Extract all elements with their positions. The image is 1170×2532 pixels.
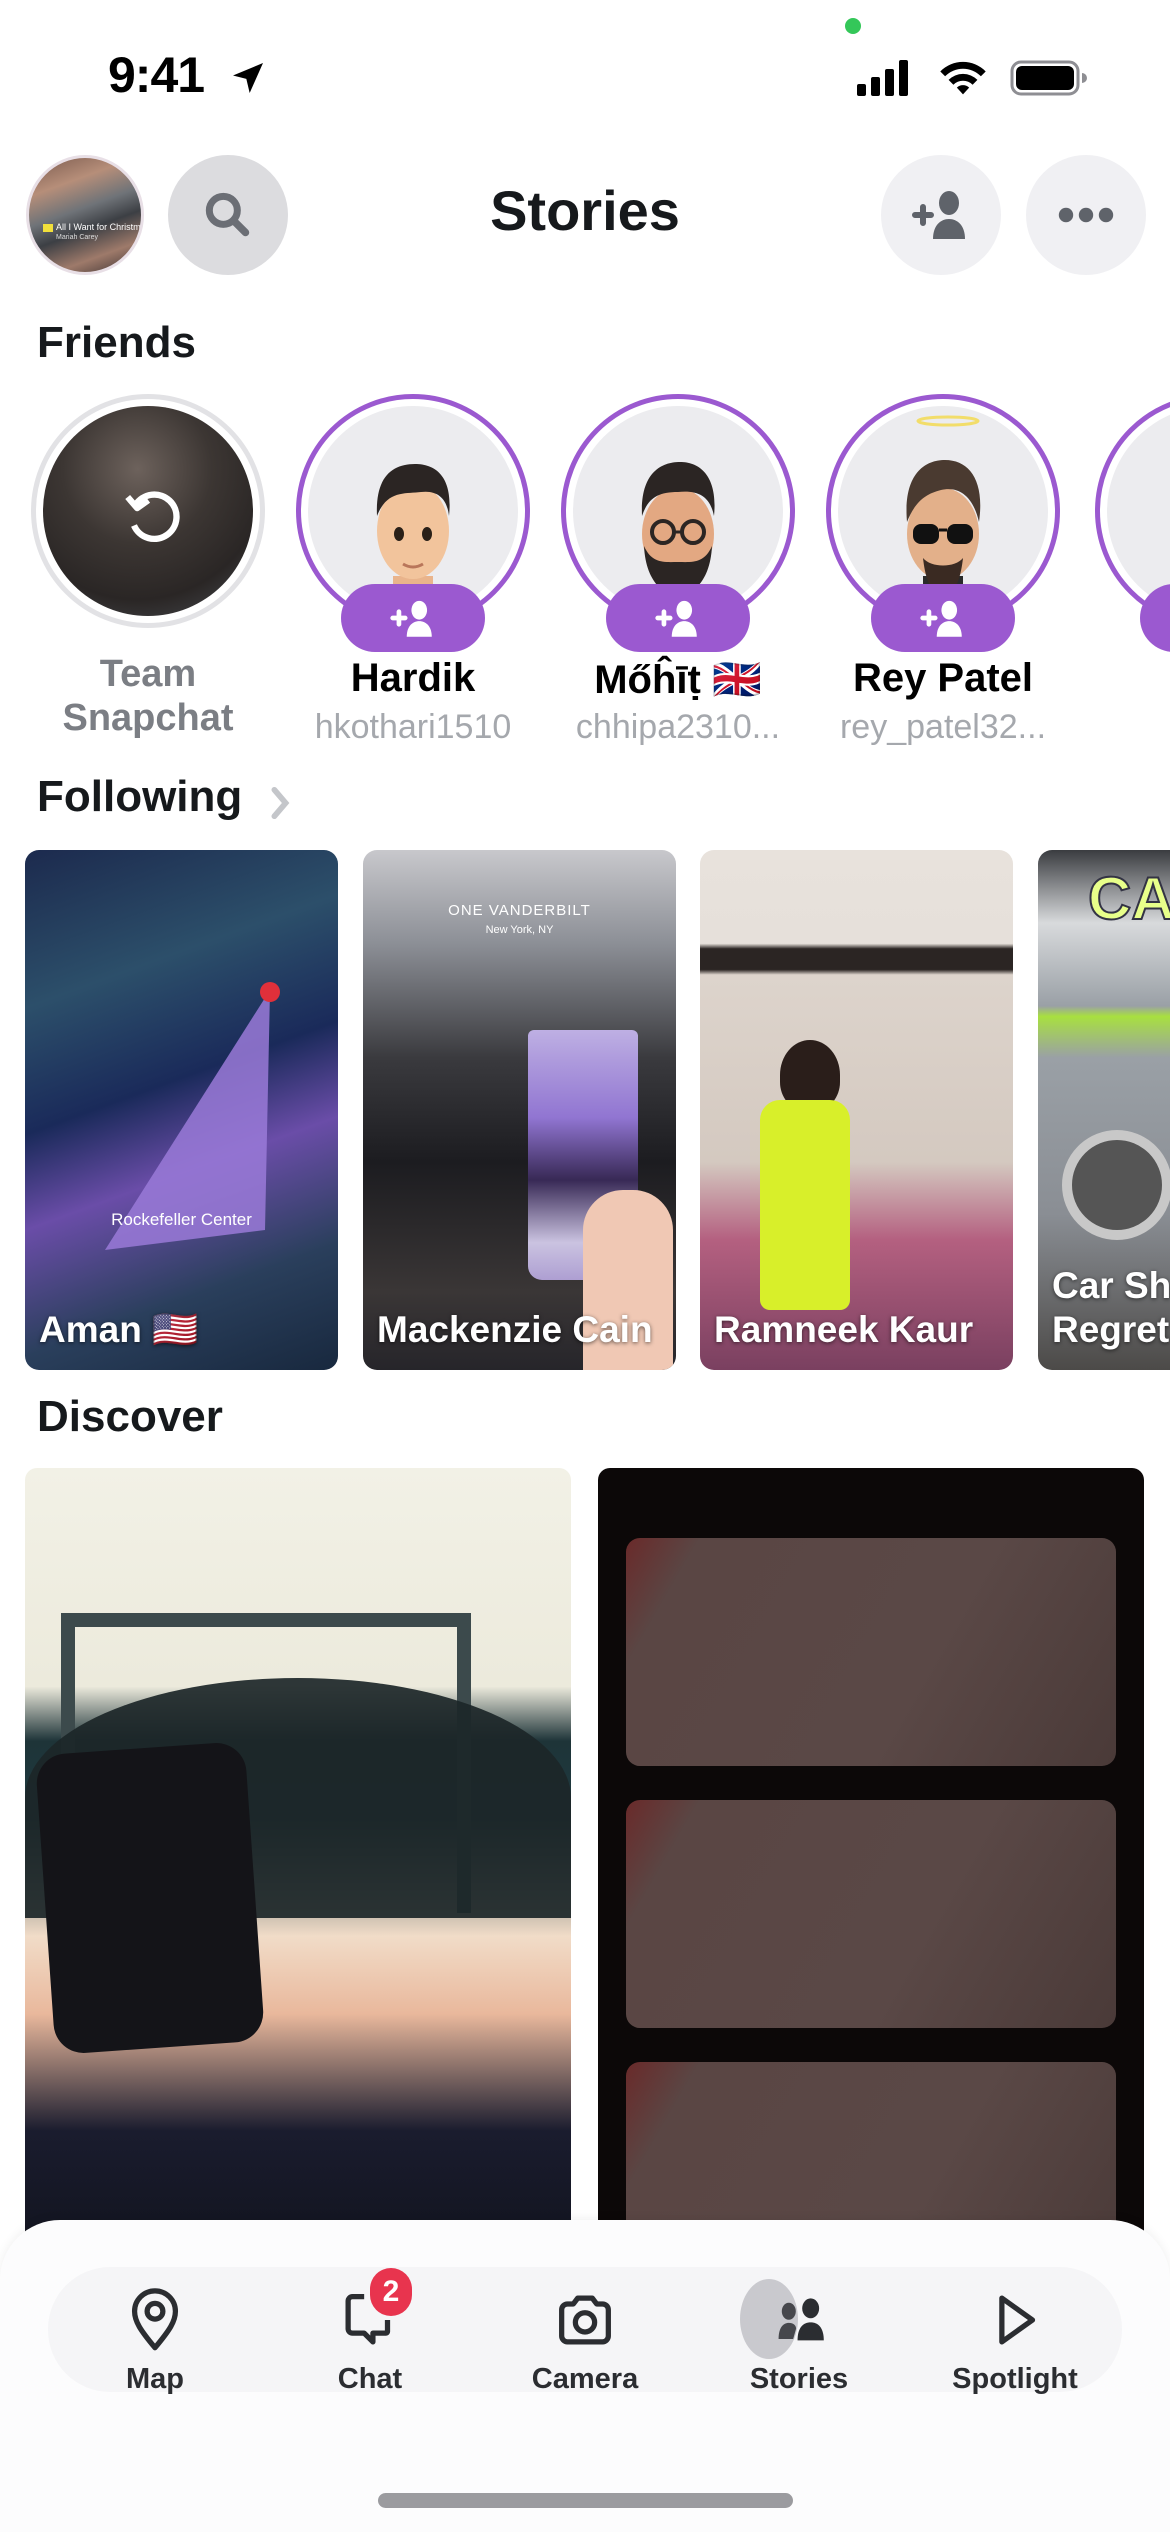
yellow-dress-image — [760, 1100, 850, 1310]
halo-icon — [916, 415, 980, 427]
car-wheel-image — [1062, 1130, 1170, 1240]
add-friend-icon — [390, 600, 432, 637]
story-card-label: Car Sh Regret — [1052, 1264, 1170, 1352]
story-card-label: Mackenzie Cain — [377, 1309, 653, 1350]
more-options-button[interactable] — [1026, 155, 1146, 275]
phone-image — [34, 1741, 266, 2055]
add-friend-icon — [912, 191, 965, 239]
following-story-card[interactable]: ONE VANDERBILT New York, NY Mackenzie Ca… — [363, 850, 676, 1370]
cellular-signal-icon — [857, 60, 908, 96]
location-tag: Rockefeller Center — [111, 1210, 252, 1229]
story-card-label: Ramneek Kaur — [714, 1309, 974, 1350]
add-friend-badge[interactable] — [871, 584, 1015, 652]
add-friend-badge[interactable] — [606, 584, 750, 652]
nav-spotlight[interactable]: Spotlight — [940, 2285, 1090, 2396]
nav-label: Spotlight — [952, 2363, 1078, 2395]
wifi-icon — [940, 61, 986, 95]
status-time: 9:41 — [108, 47, 205, 103]
replay-icon — [125, 491, 180, 543]
nav-label: Chat — [337, 2363, 403, 2395]
friends-section-title: Friends — [37, 318, 196, 367]
more-icon — [1058, 207, 1114, 223]
add-friend-button[interactable] — [881, 155, 1001, 275]
nav-chat[interactable]: Chat — [295, 2285, 445, 2396]
chat-unread-badge: 2 — [370, 2268, 412, 2316]
nav-camera[interactable]: Camera — [510, 2285, 660, 2396]
add-friend-badge[interactable] — [341, 584, 485, 652]
friend-name: Hardik — [350, 656, 476, 700]
story-ring — [31, 394, 265, 628]
story-card-label-line1: Car Sh — [1052, 1265, 1170, 1306]
following-section-title[interactable]: Following — [37, 772, 242, 822]
friend-name: Team Snapchat — [62, 653, 234, 739]
sign-text: CA — [1087, 864, 1170, 933]
battery-icon — [1010, 60, 1087, 96]
add-friend-icon — [920, 600, 962, 637]
nav-label: Camera — [531, 2363, 639, 2395]
discover-section-title: Discover — [37, 1392, 223, 1441]
following-story-card[interactable]: CA Car Sh Regret — [1038, 850, 1170, 1370]
friend-name: Rey Patel — [852, 656, 1034, 700]
nav-stories[interactable]: Stories — [724, 2279, 874, 2396]
story-card-label-line2: Regret — [1052, 1309, 1170, 1350]
home-indicator[interactable] — [378, 2493, 793, 2508]
story-thumbnail — [43, 406, 253, 616]
film-frame-1 — [626, 1538, 1116, 1766]
add-friend-icon — [655, 600, 697, 637]
nav-label: Map — [126, 2363, 184, 2395]
following-story-card[interactable]: Ramneek Kaur — [700, 850, 1013, 1370]
map-pin-icon — [131, 2288, 179, 2351]
friend-username: rey_patel32... — [839, 708, 1047, 746]
chevron-right-icon[interactable] — [268, 786, 292, 820]
following-story-card[interactable]: Rockefeller Center Aman 🇺🇸 — [25, 850, 338, 1370]
nav-label: Stories — [749, 2363, 849, 2395]
nav-map[interactable]: Map — [80, 2285, 230, 2396]
bitmoji-avatar — [1107, 406, 1170, 616]
spotlight-play-icon — [999, 2295, 1036, 2345]
geofilter-title: ONE VANDERBILT — [448, 902, 591, 919]
discover-story-card[interactable] — [598, 1468, 1144, 2248]
friend-name: A — [1092, 656, 1170, 701]
touch-highlight — [740, 2279, 798, 2359]
story-card-label: Aman 🇺🇸 — [39, 1309, 199, 1350]
friend-username: hkothari1510 — [314, 708, 512, 746]
privacy-indicator-dot — [845, 18, 861, 34]
friend-username: chhipa2310... — [575, 708, 781, 746]
friend-username: a-l — [1092, 708, 1170, 747]
film-frame-2 — [626, 1800, 1116, 2028]
camera-icon — [559, 2295, 611, 2345]
discover-story-card[interactable] — [25, 1468, 571, 2248]
location-arrow-icon — [233, 63, 263, 93]
geofilter-subtitle: New York, NY — [485, 924, 554, 936]
friend-name: Mőĥīṭ 🇬🇧 — [594, 658, 762, 702]
